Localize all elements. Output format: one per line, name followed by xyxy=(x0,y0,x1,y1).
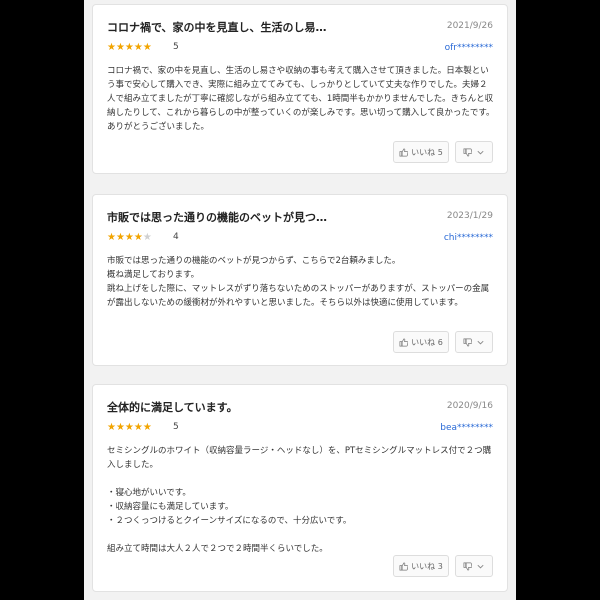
review-actions: いいね 5 xyxy=(393,141,493,163)
star-filled-icon: ★★★★★ xyxy=(107,42,152,53)
rating-value: 5 xyxy=(173,42,179,52)
review-text: コロナ禍で、家の中を見直し、生活のし易さや収納の事も考えて購入させて頂きました。… xyxy=(107,66,495,132)
star-filled-icon: ★★★★ xyxy=(107,232,143,243)
star-empty-icon: ★ xyxy=(142,232,152,243)
star-filled-icon: ★★★★★ xyxy=(107,422,152,433)
reviewer-name[interactable]: ofr******** xyxy=(445,43,493,53)
chevron-down-icon xyxy=(477,340,484,344)
chevron-down-icon xyxy=(477,564,484,568)
unhelpful-button[interactable] xyxy=(455,141,493,163)
rating-stars: ★★★★★ xyxy=(107,232,152,243)
reviews-viewport[interactable]: コロナ禍で、家の中を見直し、生活のし易… 2021/9/26 ★★★★★ 5 o… xyxy=(84,0,516,600)
review-body: コロナ禍で、家の中を見直し、生活のし易さや収納の事も考えて購入させて頂きました。… xyxy=(107,64,495,134)
review-title: コロナ禍で、家の中を見直し、生活のし易… xyxy=(107,21,327,34)
review-body: セミシングルのホワイト（収納容量ラージ・ヘッドなし）を、PTセミシングルマットレ… xyxy=(107,444,495,556)
helpful-button[interactable]: いいね 3 xyxy=(393,555,449,577)
unhelpful-button[interactable] xyxy=(455,331,493,353)
helpful-count: いいね 5 xyxy=(411,147,443,157)
review-card: コロナ禍で、家の中を見直し、生活のし易… 2021/9/26 ★★★★★ 5 o… xyxy=(92,4,508,174)
review-card: 全体的に満足しています。 2020/9/16 ★★★★★ 5 bea******… xyxy=(92,384,508,592)
reviewer-name[interactable]: chi******** xyxy=(444,233,493,243)
review-date: 2021/9/26 xyxy=(446,21,493,31)
review-text: 市販では思った通りの機能のベットが見つからず、こちらで2台頼みました。 概ね満足… xyxy=(107,256,490,308)
thumbs-up-icon xyxy=(399,338,409,346)
thumbs-down-icon xyxy=(463,562,472,570)
review-text: セミシングルのホワイト（収納容量ラージ・ヘッドなし）を、PTセミシングルマットレ… xyxy=(107,446,492,554)
helpful-count: いいね 6 xyxy=(411,337,443,347)
rating-stars: ★★★★★ xyxy=(107,42,152,53)
thumbs-up-icon xyxy=(399,148,409,156)
helpful-count: いいね 3 xyxy=(411,561,443,571)
thumbs-down-icon xyxy=(463,148,472,156)
review-card: 市販では思った通りの機能のベットが見つ… 2023/1/29 ★★★★★ 4 c… xyxy=(92,194,508,366)
review-actions: いいね 6 xyxy=(393,331,493,353)
review-title: 市販では思った通りの機能のベットが見つ… xyxy=(107,211,327,224)
rating-value: 5 xyxy=(173,422,179,432)
chevron-down-icon xyxy=(477,150,484,154)
review-date: 2020/9/16 xyxy=(446,401,493,411)
review-title: 全体的に満足しています。 xyxy=(107,401,238,414)
helpful-button[interactable]: いいね 5 xyxy=(393,141,449,163)
rating-stars: ★★★★★ xyxy=(107,422,152,433)
rating-value: 4 xyxy=(173,232,179,242)
review-actions: いいね 3 xyxy=(393,555,493,577)
review-body: 市販では思った通りの機能のベットが見つからず、こちらで2台頼みました。 概ね満足… xyxy=(107,254,495,310)
reviewer-name[interactable]: bea******** xyxy=(440,423,493,433)
thumbs-up-icon xyxy=(399,562,409,570)
thumbs-down-icon xyxy=(463,338,472,346)
unhelpful-button[interactable] xyxy=(455,555,493,577)
review-date: 2023/1/29 xyxy=(446,211,493,221)
helpful-button[interactable]: いいね 6 xyxy=(393,331,449,353)
